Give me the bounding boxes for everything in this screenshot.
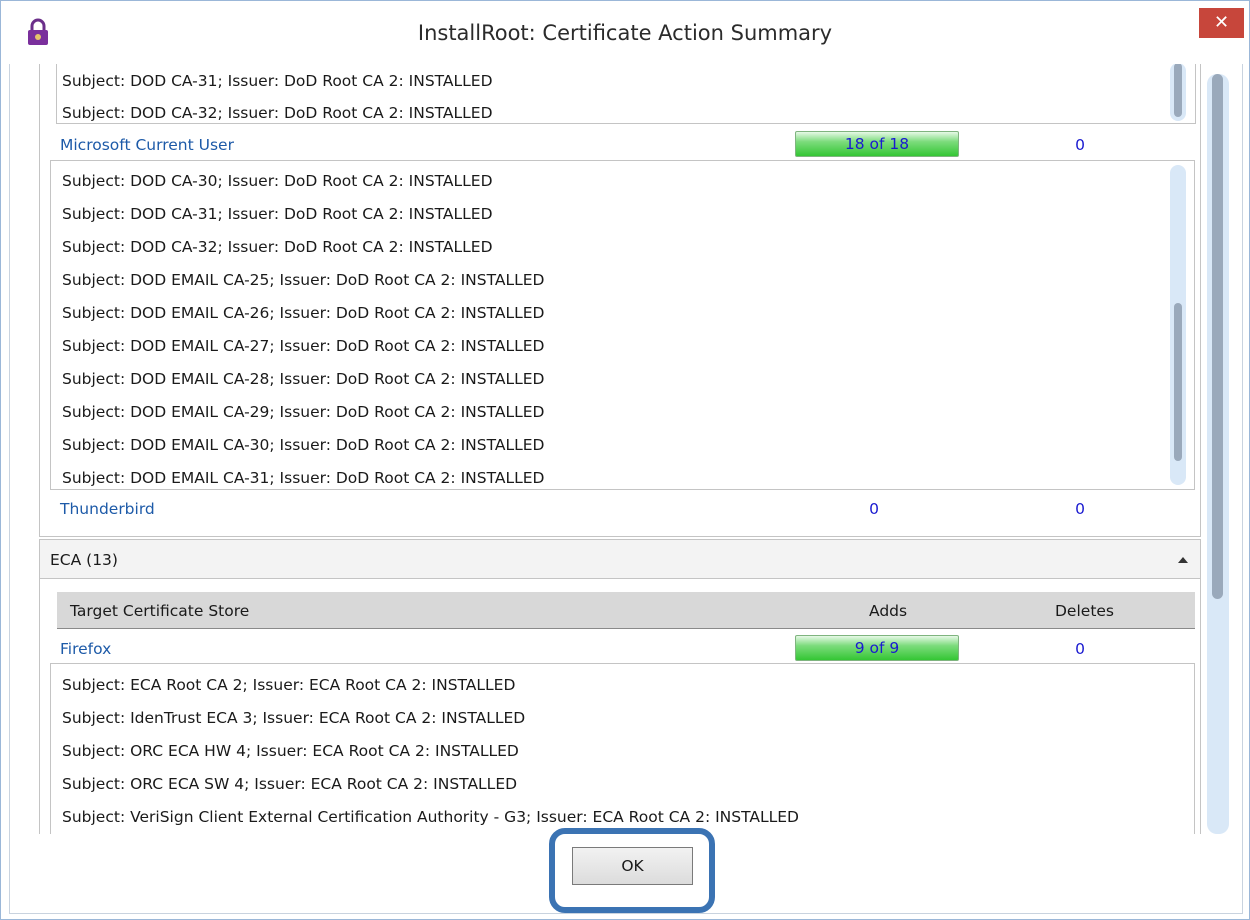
store-name-firefox[interactable]: Firefox bbox=[60, 640, 111, 658]
ok-button[interactable]: OK bbox=[572, 847, 693, 885]
store-name-thunderbird[interactable]: Thunderbird bbox=[60, 500, 155, 518]
column-header-deletes[interactable]: Deletes bbox=[1055, 602, 1114, 620]
window-title: InstallRoot: Certificate Action Summary bbox=[417, 21, 833, 45]
list-item: Subject: DOD EMAIL CA-30; Issuer: DoD Ro… bbox=[62, 436, 545, 454]
close-button[interactable]: ✕ bbox=[1199, 8, 1244, 38]
adds-progress: 9 of 9 bbox=[795, 635, 959, 661]
list-scrollbar[interactable] bbox=[1170, 64, 1186, 121]
list-item: Subject: ECA Root CA 2; Issuer: ECA Root… bbox=[62, 676, 516, 694]
summary-scroll-content[interactable]: Subject: DOD CA-31; Issuer: DoD Root CA … bbox=[10, 64, 1242, 834]
list-item: Subject: DOD CA-30; Issuer: DoD Root CA … bbox=[62, 172, 493, 190]
list-scrollbar[interactable] bbox=[1170, 165, 1186, 485]
title-bar[interactable]: InstallRoot: Certificate Action Summary … bbox=[1, 1, 1249, 64]
column-header-adds[interactable]: Adds bbox=[869, 602, 907, 620]
deletes-count: 0 bbox=[1075, 640, 1085, 658]
list-item: Subject: VeriSign Client External Certif… bbox=[62, 808, 799, 826]
list-item: Subject: DOD EMAIL CA-31; Issuer: DoD Ro… bbox=[62, 469, 545, 487]
list-item: Subject: DOD CA-31; Issuer: DoD Root CA … bbox=[62, 205, 493, 223]
outer-scroll-thumb[interactable] bbox=[1212, 74, 1223, 599]
client-area: Subject: DOD CA-31; Issuer: DoD Root CA … bbox=[9, 64, 1243, 914]
list-item: Subject: DOD EMAIL CA-29; Issuer: DoD Ro… bbox=[62, 403, 545, 421]
column-header-store[interactable]: Target Certificate Store bbox=[70, 602, 249, 620]
store-name-microsoft-current-user[interactable]: Microsoft Current User bbox=[60, 136, 234, 154]
adds-count: 0 bbox=[869, 500, 879, 518]
list-scroll-thumb[interactable] bbox=[1174, 303, 1182, 461]
list-item: Subject: DOD EMAIL CA-25; Issuer: DoD Ro… bbox=[62, 271, 545, 289]
list-item: Subject: DOD CA-32; Issuer: DoD Root CA … bbox=[62, 104, 493, 122]
list-item: Subject: DOD EMAIL CA-27; Issuer: DoD Ro… bbox=[62, 337, 545, 355]
list-item: Subject: DOD CA-31; Issuer: DoD Root CA … bbox=[62, 72, 493, 90]
list-item: Subject: ORC ECA HW 4; Issuer: ECA Root … bbox=[62, 742, 519, 760]
list-item: Subject: DOD EMAIL CA-26; Issuer: DoD Ro… bbox=[62, 304, 545, 322]
list-scroll-thumb[interactable] bbox=[1174, 64, 1182, 117]
list-item: Subject: DOD EMAIL CA-28; Issuer: DoD Ro… bbox=[62, 370, 545, 388]
dialog-window: InstallRoot: Certificate Action Summary … bbox=[0, 0, 1250, 920]
chevron-up-icon[interactable] bbox=[1178, 557, 1188, 563]
adds-progress: 18 of 18 bbox=[795, 131, 959, 157]
deletes-count: 0 bbox=[1075, 136, 1085, 154]
eca-expander-label: ECA (13) bbox=[50, 551, 118, 569]
list-item: Subject: ORC ECA SW 4; Issuer: ECA Root … bbox=[62, 775, 518, 793]
list-item: Subject: IdenTrust ECA 3; Issuer: ECA Ro… bbox=[62, 709, 526, 727]
deletes-count: 0 bbox=[1075, 500, 1085, 518]
eca-expander-header[interactable]: ECA (13) bbox=[39, 539, 1201, 579]
eca-column-header: Target Certificate Store Adds Deletes bbox=[57, 592, 1195, 629]
outer-scrollbar[interactable] bbox=[1207, 74, 1229, 834]
list-item: Subject: DOD CA-32; Issuer: DoD Root CA … bbox=[62, 238, 493, 256]
